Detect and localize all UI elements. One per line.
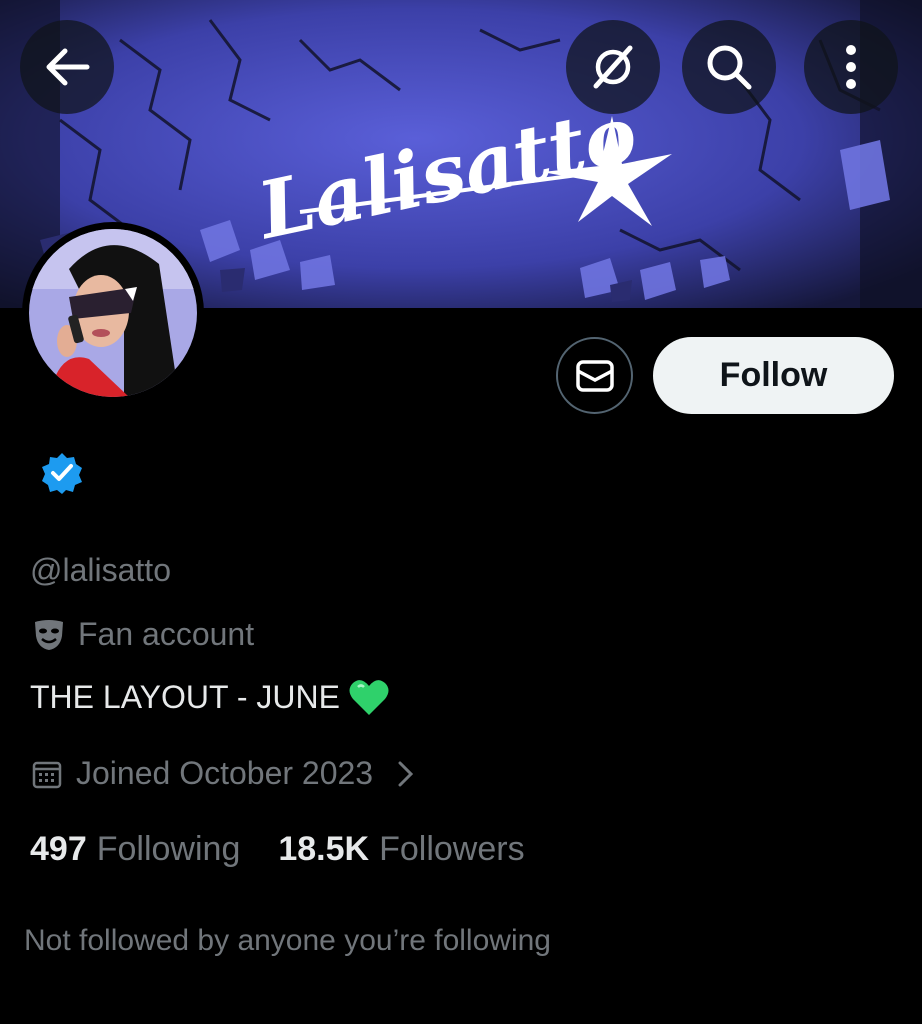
avatar[interactable] (22, 222, 204, 404)
mutual-followers-text: Not followed by anyone you’re following (24, 924, 551, 957)
profile-label: Fan account (32, 616, 254, 653)
profile-bio: THE LAYOUT - JUNE (30, 677, 390, 717)
more-vertical-icon (846, 45, 856, 89)
calendar-icon (32, 761, 62, 788)
joined-date-row[interactable]: Joined October 2023 (32, 755, 417, 792)
followers-link[interactable]: 18.5K Followers (278, 830, 524, 869)
back-button[interactable] (20, 20, 114, 114)
search-icon (707, 45, 752, 90)
profile-stats: 497 Following 18.5K Followers (30, 830, 563, 869)
mask-icon (35, 619, 63, 650)
search-button[interactable] (682, 20, 776, 114)
message-button[interactable] (556, 337, 633, 414)
following-link[interactable]: 497 Following (30, 830, 240, 869)
follow-button[interactable]: Follow (653, 337, 894, 414)
avatar-image (29, 229, 197, 397)
bio-text: THE LAYOUT - JUNE (30, 678, 340, 715)
verified-badge[interactable] (40, 451, 84, 495)
chevron-right-icon (398, 761, 414, 786)
profile-handle: @lalisatto (30, 552, 171, 588)
following-label: Following (96, 830, 241, 868)
followers-label: Followers (379, 830, 525, 868)
following-count: 497 (30, 830, 87, 868)
arrow-left-icon (46, 48, 90, 86)
followers-count: 18.5K (278, 830, 370, 868)
more-options-button[interactable] (804, 20, 898, 114)
grok-button[interactable] (566, 20, 660, 114)
grok-icon (593, 45, 633, 89)
joined-date-text: Joined October 2023 (76, 755, 374, 791)
envelope-icon (575, 359, 614, 392)
profile-label-text: Fan account (78, 616, 255, 652)
green-heart-icon (349, 680, 389, 715)
verified-badge-icon (42, 453, 82, 494)
